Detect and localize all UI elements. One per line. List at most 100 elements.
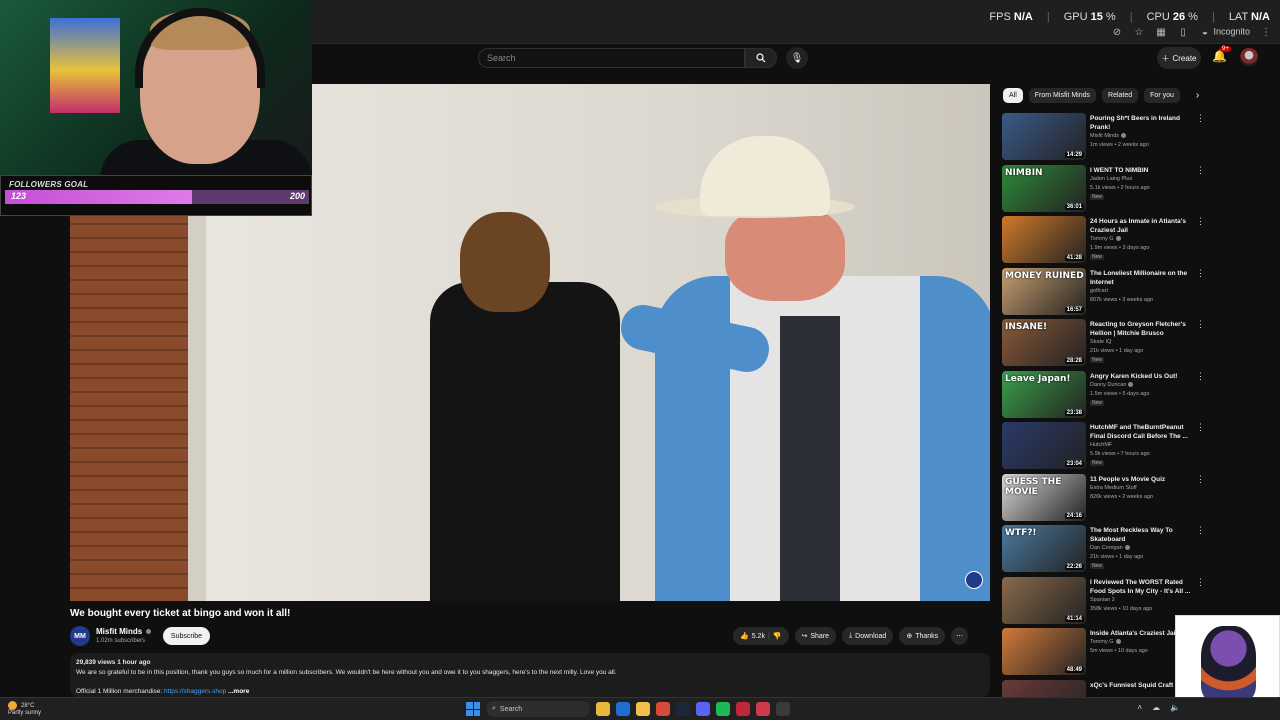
- video-title: We bought every ticket at bingo and won …: [70, 608, 291, 619]
- show-more-link[interactable]: ...more: [228, 688, 249, 695]
- channel-avatar[interactable]: MM: [70, 626, 90, 646]
- channel-watermark[interactable]: [965, 571, 983, 589]
- filter-chip[interactable]: From Misfit Minds: [1028, 88, 1097, 103]
- voice-search-button[interactable]: 🎙: [786, 47, 808, 69]
- windows-start-icon[interactable]: [466, 702, 480, 716]
- video-thumbnail[interactable]: INSANE! 28:28: [1002, 319, 1086, 366]
- more-options-icon[interactable]: ⋮: [1196, 319, 1205, 330]
- recommended-video-title[interactable]: HutchMF and TheBurntPeanut Final Discord…: [1090, 423, 1194, 441]
- search-button[interactable]: [745, 48, 777, 68]
- extension-icon[interactable]: ▦: [1155, 26, 1167, 38]
- recommended-video-title[interactable]: The Loneliest Millionaire on the Interne…: [1090, 269, 1194, 287]
- spotify-icon[interactable]: [716, 702, 730, 716]
- recommended-video-title[interactable]: 24 Hours as Inmate in Atlanta's Craziest…: [1090, 217, 1194, 235]
- video-thumbnail[interactable]: WTF?! 22:26: [1002, 525, 1086, 572]
- recommended-video-channel[interactable]: Spanian 2: [1090, 597, 1115, 603]
- filter-chip[interactable]: All: [1003, 88, 1023, 103]
- app-rose-icon[interactable]: [756, 702, 770, 716]
- recommended-video-channel[interactable]: Danny Duncan: [1090, 382, 1134, 388]
- recommended-video[interactable]: 14:29 Pouring Sh*t Beers in Ireland Prank…: [1002, 113, 1212, 165]
- video-thumbnail[interactable]: 48:49: [1002, 628, 1086, 675]
- more-options-icon[interactable]: ⋮: [1196, 165, 1205, 176]
- more-options-icon[interactable]: ⋮: [1196, 113, 1205, 124]
- recommended-video-title[interactable]: The Most Reckless Way To Skateboard: [1090, 526, 1194, 544]
- recommended-video-title[interactable]: Reacting to Greyson Fletcher's Hellion |…: [1090, 320, 1194, 338]
- video-thumbnail[interactable]: 23:04: [1002, 422, 1086, 469]
- video-thumbnail[interactable]: 41:14: [1002, 576, 1086, 624]
- search-input[interactable]: Search: [478, 48, 745, 68]
- star-icon[interactable]: ☆: [1133, 26, 1145, 38]
- recommended-video-title[interactable]: I WENT TO NIMBIN: [1090, 166, 1194, 175]
- incognito-indicator[interactable]: ◒ Incognito: [1199, 26, 1250, 38]
- video-thumbnail[interactable]: MONEY RUINED 16:57: [1002, 267, 1086, 315]
- filter-chip[interactable]: Related: [1102, 88, 1139, 103]
- chevron-right-icon[interactable]: ›: [1196, 90, 1199, 101]
- eye-off-icon[interactable]: ⊘: [1111, 26, 1123, 38]
- more-options-icon[interactable]: ⋮: [1196, 422, 1205, 433]
- weather-widget[interactable]: 28°C Partly sunny: [8, 701, 41, 717]
- chrome-icon[interactable]: [656, 702, 670, 716]
- obs-icon[interactable]: [776, 702, 790, 716]
- filter-chip[interactable]: For you: [1144, 88, 1180, 103]
- more-options-icon[interactable]: ⋮: [1196, 474, 1205, 485]
- video-thumbnail[interactable]: GUESS THE MOVIE 24:16: [1002, 473, 1086, 521]
- outlook-icon[interactable]: [616, 702, 630, 716]
- folder-icon[interactable]: [636, 702, 650, 716]
- video-thumbnail[interactable]: 41:28: [1002, 216, 1086, 263]
- file-explorer-icon[interactable]: [596, 702, 610, 716]
- app-red-icon[interactable]: [736, 702, 750, 716]
- video-description[interactable]: 29,839 views 1 hour ago We are so gratef…: [70, 653, 990, 697]
- more-options-icon[interactable]: ⋮: [1196, 268, 1205, 279]
- menu-dots-icon[interactable]: ⋮: [1260, 26, 1272, 38]
- recommended-video-channel[interactable]: Extra Medium Stuff: [1090, 485, 1137, 491]
- recommended-video[interactable]: GUESS THE MOVIE 24:16 11 People vs Movie Q…: [1002, 473, 1212, 526]
- recommended-video-channel[interactable]: Skate IQ: [1090, 339, 1111, 345]
- discord-icon[interactable]: [696, 702, 710, 716]
- more-options-icon[interactable]: ⋮: [1196, 525, 1205, 536]
- thumbs-down-icon[interactable]: 👎: [773, 632, 782, 640]
- incognito-icon: ◒: [1201, 26, 1208, 38]
- recommended-video[interactable]: WTF?! 22:26 The Most Reckless Way To Skate…: [1002, 525, 1212, 577]
- recommended-video-channel[interactable]: Misfit Minds: [1090, 133, 1127, 139]
- recommended-video[interactable]: MONEY RUINED 16:57 The Loneliest Millionai…: [1002, 267, 1212, 320]
- recommended-video[interactable]: Leave Japan! 23:38 Angry Karen Kicked Us O…: [1002, 370, 1212, 423]
- notifications-button[interactable]: 🔔 9+: [1212, 46, 1231, 65]
- video-thumbnail[interactable]: NIMBIN 36:01: [1002, 164, 1086, 212]
- recommended-video-channel[interactable]: Jaden Laing Plus: [1090, 176, 1132, 182]
- like-button[interactable]: 👍 5.2k | 👎: [733, 627, 789, 645]
- more-options-icon[interactable]: ⋮: [1196, 216, 1205, 227]
- taskbar-search[interactable]: ⌕ Search: [486, 701, 590, 717]
- recommended-video[interactable]: NIMBIN 36:01 I WENT TO NIMBIN Jaden Laing P…: [1002, 164, 1212, 217]
- download-button[interactable]: ⤓ Download: [842, 627, 894, 645]
- more-options-icon[interactable]: ⋮: [1196, 371, 1205, 382]
- recommended-video[interactable]: INSANE! 28:28 Reacting to Greyson Fletcher…: [1002, 319, 1212, 371]
- video-thumbnail[interactable]: Leave Japan! 23:38: [1002, 370, 1086, 418]
- share-button[interactable]: ↪ Share: [794, 627, 837, 645]
- video-thumbnail[interactable]: 14:29: [1002, 113, 1086, 160]
- more-options-icon[interactable]: ⋮: [1196, 577, 1205, 588]
- recommended-video-channel[interactable]: Tommy G: [1090, 236, 1121, 242]
- recommended-video-channel[interactable]: golfcart: [1090, 288, 1108, 294]
- create-button[interactable]: ＋ Create: [1157, 47, 1201, 69]
- recommended-video-title[interactable]: 11 People vs Movie Quiz: [1090, 475, 1194, 484]
- recommended-video-channel[interactable]: Tommy G: [1090, 639, 1121, 645]
- recommended-video-channel[interactable]: Dan Corrigan: [1090, 545, 1130, 551]
- sidebar-icon[interactable]: ▯: [1177, 26, 1189, 38]
- channel-name[interactable]: Misfit Minds: [96, 627, 152, 636]
- cloud-icon[interactable]: ☁: [1152, 703, 1160, 712]
- speaker-icon[interactable]: 🔈: [1170, 703, 1180, 712]
- thanks-button[interactable]: ⊕ Thanks: [899, 627, 946, 645]
- chevron-up-icon[interactable]: ˄: [1137, 703, 1142, 712]
- followers-goal-widget: FOLLOWERS GOAL 123 200: [0, 175, 312, 216]
- recommended-video[interactable]: 23:04 HutchMF and TheBurntPeanut Final Di…: [1002, 422, 1212, 474]
- merch-link[interactable]: https://shaggers.shop: [164, 688, 226, 695]
- recommended-video-channel[interactable]: HutchMF: [1090, 442, 1112, 448]
- more-actions-button[interactable]: ⋯: [951, 627, 969, 645]
- account-avatar[interactable]: [1240, 48, 1258, 66]
- recommended-video-title[interactable]: Pouring Sh*t Beers in Ireland Prank!: [1090, 114, 1194, 132]
- recommended-video-title[interactable]: I Reviewed The WORST Rated Food Spots In…: [1090, 578, 1194, 596]
- subscribe-button[interactable]: Subscribe: [163, 627, 210, 645]
- recommended-video-title[interactable]: Angry Karen Kicked Us Out!: [1090, 372, 1194, 381]
- recommended-video[interactable]: 41:28 24 Hours as Inmate in Atlanta's Cra…: [1002, 216, 1212, 268]
- steam-icon[interactable]: [676, 702, 690, 716]
